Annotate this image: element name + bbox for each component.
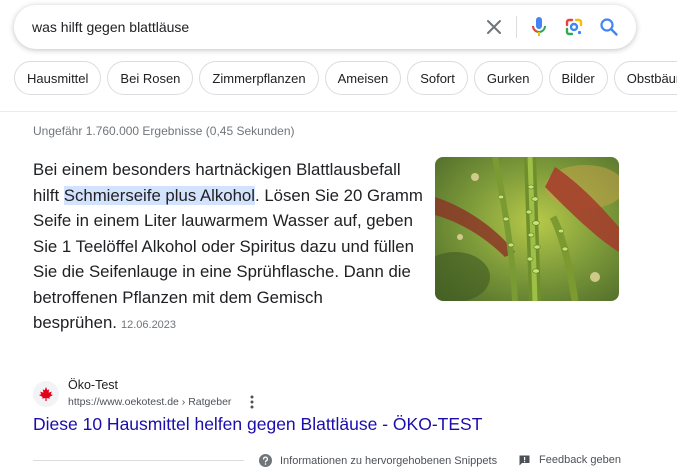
search-input[interactable] <box>32 5 472 49</box>
result-stats: Ungefähr 1.760.000 Ergebnisse (0,45 Seku… <box>33 124 295 138</box>
more-vert-icon[interactable] <box>246 394 258 410</box>
snippet-date: 12.06.2023 <box>120 319 177 331</box>
snippet-info-link[interactable]: Informationen zu hervorgehobenen Snippet… <box>259 454 497 467</box>
source-name[interactable]: Öko-Test <box>68 378 118 392</box>
maple-leaf-icon <box>39 387 53 401</box>
microphone-icon[interactable] <box>522 5 556 49</box>
footer-divider <box>33 460 244 461</box>
search-icon[interactable] <box>592 5 626 49</box>
source-url[interactable]: https://www.oekotest.de › Ratgeber <box>68 396 231 408</box>
search-separator <box>516 16 517 38</box>
google-lens-icon[interactable] <box>557 5 591 49</box>
snippet-text-after: . Lösen Sie 20 Gramm Seife in einem Lite… <box>33 185 423 333</box>
feedback-icon <box>519 455 530 465</box>
chip-bei-rosen[interactable]: Bei Rosen <box>107 61 194 95</box>
chip-bilder[interactable]: Bilder <box>548 61 608 95</box>
snippet-image[interactable] <box>435 157 619 301</box>
snippet-highlight: Schmierseife plus Alkohol <box>63 185 255 205</box>
header-divider <box>0 111 677 112</box>
feedback-label: Feedback geben <box>539 454 621 466</box>
chip-ameisen[interactable]: Ameisen <box>324 61 402 95</box>
search-bar[interactable] <box>14 5 636 49</box>
chip-gurken[interactable]: Gurken <box>473 61 543 95</box>
chip-sofort[interactable]: Sofort <box>407 61 468 95</box>
help-circle-icon <box>259 454 272 467</box>
chip-hausmittel[interactable]: Hausmittel <box>14 61 102 95</box>
feedback-link[interactable]: Feedback geben <box>519 454 621 466</box>
snippet-info-label: Informationen zu hervorgehobenen Snippet… <box>280 454 498 467</box>
result-title-link[interactable]: Diese 10 Hausmittel helfen gegen Blattlä… <box>33 414 482 435</box>
close-icon[interactable] <box>477 5 511 49</box>
filter-chips: Hausmittel Bei Rosen Zimmerpflanzen Ameisen… <box>14 61 677 97</box>
featured-snippet-text: Bei einem besonders hartnäckigen Blattla… <box>33 157 423 339</box>
source-logo[interactable] <box>33 381 59 407</box>
chip-obstbaeume[interactable]: Obstbäume <box>613 61 677 95</box>
chip-zimmerpflanzen[interactable]: Zimmerpflanzen <box>199 61 319 95</box>
